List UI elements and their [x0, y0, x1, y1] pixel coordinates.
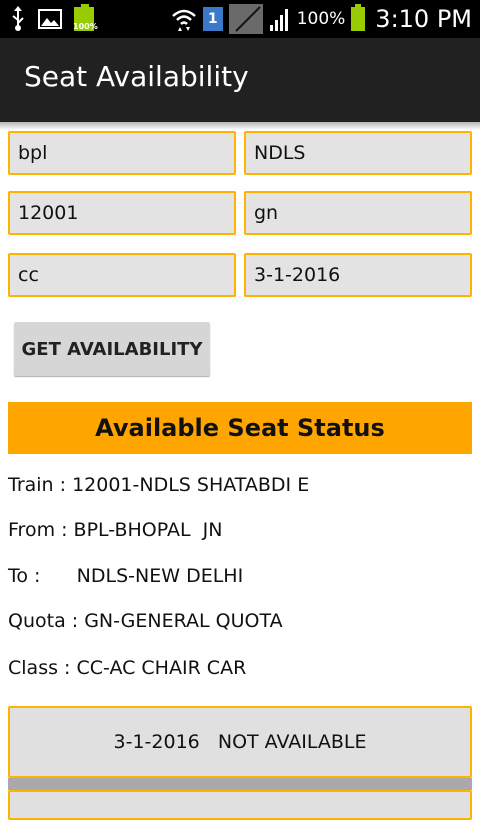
- availability-result-label: 3-1-2016 NOT AVAILABLE: [113, 731, 367, 753]
- quota-info: Quota : GN-GENERAL QUOTA: [8, 610, 283, 632]
- status-header-label: Available Seat Status: [95, 414, 385, 442]
- page-title: Seat Availability: [24, 60, 249, 93]
- battery-percent: 100%: [296, 9, 346, 29]
- status-bar: 100% 1 100% 3:10 PM: [0, 0, 480, 38]
- action-bar: Seat Availability: [0, 38, 480, 122]
- clock: 3:10 PM: [375, 5, 472, 33]
- usb-icon: [10, 6, 26, 32]
- get-availability-button[interactable]: GET AVAILABILITY: [14, 322, 210, 376]
- availability-result-button[interactable]: 3-1-2016 NOT AVAILABLE: [8, 706, 472, 778]
- no-signal-icon: [228, 4, 263, 34]
- status-right-icons: 1 100% 3:10 PM: [171, 4, 472, 34]
- from-info: From : BPL-BHOPAL JN: [8, 519, 223, 541]
- to-station-input[interactable]: [244, 131, 472, 175]
- to-info: To : NDLS-NEW DELHI: [8, 565, 244, 587]
- class-input[interactable]: [8, 253, 236, 297]
- battery-icon: [351, 4, 366, 31]
- train-info: Train : 12001-NDLS SHATABDI E: [8, 474, 310, 496]
- available-seat-status-header: Available Seat Status: [8, 402, 472, 454]
- wifi-icon: [171, 7, 197, 31]
- sim-number: 1: [207, 11, 218, 27]
- train-number-input[interactable]: [8, 191, 236, 235]
- signal-icon: [269, 7, 291, 31]
- status-left-icons: 100%: [10, 4, 98, 32]
- action-bar-shadow: [0, 122, 480, 130]
- class-info: Class : CC-AC CHAIR CAR: [8, 657, 247, 679]
- from-station-input[interactable]: [8, 131, 236, 175]
- quota-input[interactable]: [244, 191, 472, 235]
- sim-icon: 1: [202, 7, 223, 31]
- battery-small-label: 100%: [73, 22, 98, 31]
- image-icon: [38, 8, 62, 30]
- date-input[interactable]: [244, 253, 472, 297]
- battery-small-icon: 100%: [73, 4, 98, 31]
- next-result-divider: [8, 778, 472, 790]
- availability-result-button-2[interactable]: [8, 790, 472, 820]
